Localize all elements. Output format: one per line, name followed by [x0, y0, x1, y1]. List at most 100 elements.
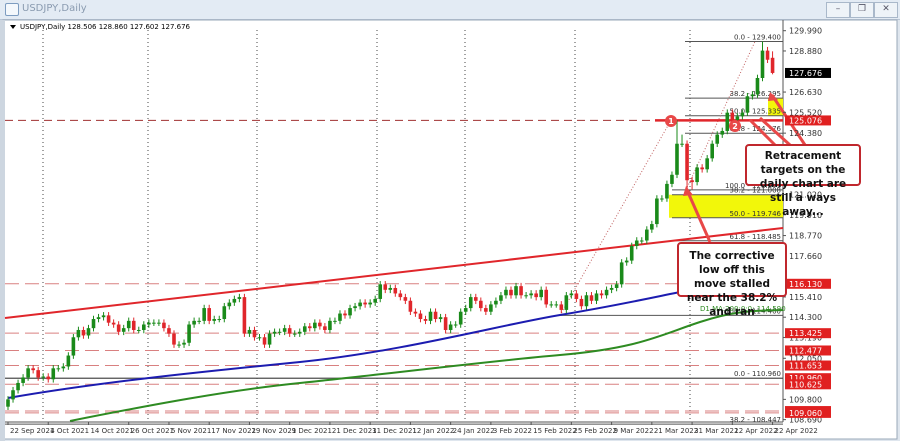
candle-body — [715, 134, 720, 144]
candle-body — [252, 329, 257, 338]
candle-body — [388, 287, 393, 290]
candle-body — [147, 322, 151, 325]
candle-body — [770, 57, 775, 73]
candle-body — [353, 306, 357, 309]
candle-body — [26, 368, 30, 378]
candle-body — [202, 308, 206, 321]
candle-body — [177, 344, 181, 346]
candle-body — [408, 300, 413, 312]
candle-body — [453, 324, 458, 326]
candle-body — [56, 368, 61, 370]
candle-body — [468, 297, 473, 309]
candle-body — [31, 368, 35, 371]
candle-body — [720, 130, 725, 135]
candle-body — [504, 289, 508, 296]
candle-body — [76, 329, 81, 338]
candle-body — [162, 322, 166, 329]
candle-body — [207, 308, 211, 321]
candle-body — [393, 287, 398, 294]
candle-body — [66, 355, 71, 367]
candle-body — [750, 94, 755, 97]
candle-body — [463, 308, 468, 312]
candle-body — [418, 313, 423, 320]
candle-body — [222, 306, 227, 320]
candle-body — [81, 329, 86, 336]
candle-body — [499, 295, 503, 301]
candle-body — [484, 308, 488, 312]
candle-body — [86, 328, 91, 336]
y-tick-label: 126.630 — [789, 88, 822, 97]
candle-body — [660, 198, 664, 200]
candle-body — [313, 322, 317, 329]
price-badge-label: 109.060 — [789, 409, 822, 418]
candle-body — [358, 302, 362, 307]
candle-body — [730, 112, 735, 120]
candle-body — [232, 298, 237, 303]
candle-body — [509, 289, 513, 296]
y-tick-label: 109.800 — [789, 395, 822, 404]
candle-body — [745, 96, 750, 113]
candle-body — [383, 284, 388, 290]
candle-body — [16, 382, 20, 391]
x-tick-label: 4 Oct 2021 — [50, 427, 89, 435]
candle-body — [227, 302, 232, 307]
x-tick-label: 22 Apr 2022 — [775, 427, 818, 435]
candle-body — [690, 180, 694, 183]
candle-body — [36, 370, 40, 378]
price-badge-label: 112.477 — [789, 346, 822, 355]
candle-body — [423, 319, 428, 321]
candle-body — [695, 167, 699, 183]
candle-body — [302, 326, 307, 332]
candle-body — [6, 399, 10, 407]
x-tick-label: 3 Feb 2022 — [493, 427, 532, 435]
candle-body — [680, 143, 684, 145]
y-tick-label: 115.410 — [789, 293, 822, 302]
candle-body — [91, 319, 96, 329]
candle-body — [529, 293, 533, 296]
fibonacci-level-label: 0.0 - 110.960 — [734, 370, 781, 378]
candle-body — [157, 322, 161, 324]
candle-body — [212, 319, 217, 321]
marker-label: 2 — [732, 122, 738, 131]
candle-body — [46, 376, 51, 380]
candle-body — [101, 315, 106, 318]
candle-body — [685, 143, 689, 181]
candle-body — [725, 112, 730, 131]
candle-body — [96, 317, 101, 320]
candle-body — [448, 324, 453, 330]
candle-body — [428, 311, 433, 321]
candle-body — [735, 116, 740, 120]
candle-body — [378, 284, 383, 299]
candle-body — [579, 298, 584, 307]
candle-body — [765, 50, 770, 60]
annotation-corrective-low: The corrective low off this move stalled… — [677, 242, 787, 318]
candle-body — [544, 289, 549, 305]
ohlc-header: USDJPY,Daily 128.506 128.860 127.602 127… — [20, 23, 191, 31]
candle-body — [197, 320, 201, 322]
candle-body — [217, 319, 222, 321]
x-tick-label: 17 Nov 2021 — [211, 427, 256, 435]
candle-body — [297, 331, 302, 334]
candle-body — [619, 262, 624, 285]
price-badge-label: 111.653 — [789, 362, 822, 371]
candle-body — [287, 328, 292, 334]
candle-body — [257, 337, 262, 339]
candle-body — [116, 324, 121, 332]
candle-body — [136, 329, 141, 331]
price-badge-label: 110.625 — [789, 380, 822, 389]
candle-body — [634, 240, 639, 246]
candle-body — [670, 174, 674, 184]
x-tick-label: 31 Mar 2022 — [694, 427, 738, 435]
candlestick-chart[interactable]: 0.0 - 129.40038.2 - 126.29550.0 - 125.33… — [0, 0, 900, 441]
price-badge-label: 127.676 — [789, 69, 822, 78]
fibonacci-level-label: 50.0 - 119.746 — [729, 210, 781, 218]
candle-body — [755, 77, 760, 95]
candle-body — [433, 311, 438, 320]
candle-body — [373, 298, 377, 303]
candle-body — [318, 322, 322, 327]
candle-body — [710, 143, 714, 159]
candle-body — [594, 293, 599, 301]
fibonacci-level-label: 0.0 - 129.400 — [734, 33, 781, 41]
candle-body — [131, 320, 136, 330]
candle-body — [645, 229, 649, 241]
